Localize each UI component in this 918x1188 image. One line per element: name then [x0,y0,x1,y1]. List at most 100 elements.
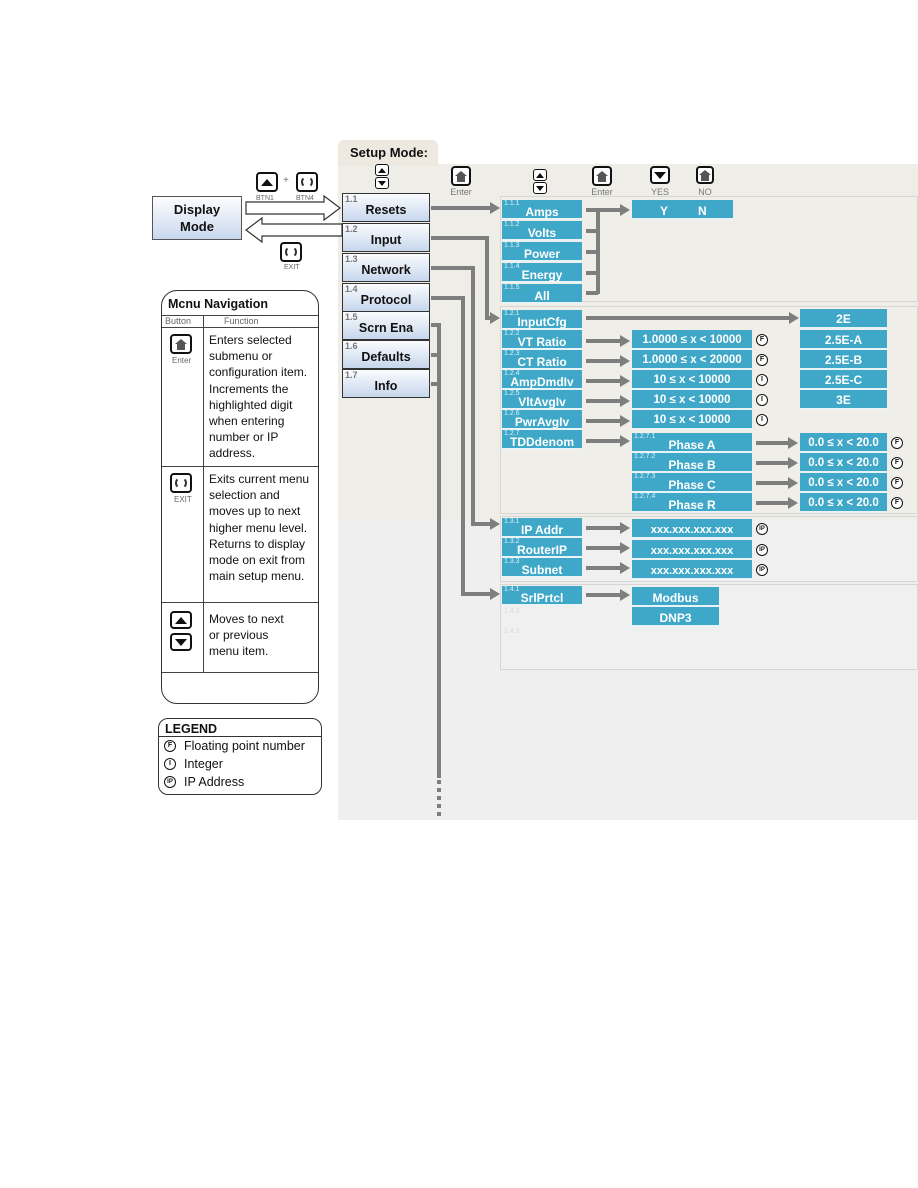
item-number: 1.1.5 [504,284,520,291]
submenu-item-volts[interactable]: 1.1.2 Volts [502,221,582,241]
menu-item-network[interactable]: 1.3 Network [342,253,430,282]
value-ip-addr[interactable]: xxx.xxx.xxx.xxx [632,519,752,539]
menu-item-resets[interactable]: 1.1 Resets [342,193,430,222]
desc-line: when entering [209,414,285,429]
submenu-item-routerip[interactable]: 1.3.2 RouterIP [502,538,582,558]
column-button: Button [162,316,204,327]
float-mark-icon: F [891,497,903,509]
value-subnet[interactable]: xxx.xxx.xxx.xxx [632,560,752,580]
submenu-item-tdddenom[interactable]: 1.2.7 TDDdenom [502,430,582,450]
legend-item-float: F Floating point number [159,737,321,755]
item-number: 1.2.2 [504,330,520,337]
btn4-cycle-icon[interactable] [296,172,318,192]
arrow-head [620,375,630,387]
menu-item-protocol[interactable]: 1.4 Protocol [342,283,430,312]
connector-input [485,236,489,320]
btn1-up-arrow-icon[interactable] [256,172,278,192]
desc-line: address. [209,446,256,461]
menu-item-scrn-ena[interactable]: 1.5 Scrn Ena [342,311,430,340]
range-vltavgiv[interactable]: 10 ≤ x < 10000 [632,390,752,410]
ip-mark-icon: IP [756,564,768,576]
submenu-item-inputcfg[interactable]: 1.2.1 InputCfg [502,310,582,330]
faint-item-number: 1.4.3 [504,628,520,635]
up-arrow-icon[interactable] [533,169,547,181]
submenu-item-ampdmdiv[interactable]: 1.2.4 AmpDmdIv [502,370,582,390]
up-arrow-icon[interactable] [375,164,389,176]
confirm-yes[interactable]: Y [660,204,668,218]
arrow-head [788,477,798,489]
enter-home-no-icon[interactable] [696,166,714,184]
range-pwravgiv[interactable]: 10 ≤ x < 10000 [632,410,752,430]
tdd-phase-a[interactable]: 1.2.7.1 Phase A [632,433,752,453]
float-mark-icon: F [891,477,903,489]
range-ampdmdiv[interactable]: 10 ≤ x < 10000 [632,370,752,390]
submenu-item-pwravgiv[interactable]: 1.2.6 PwrAvgIv [502,410,582,430]
tdd-phase-c[interactable]: 1.2.7.3 Phase C [632,473,752,493]
range-vt-ratio[interactable]: 1.0000 ≤ x < 10000 [632,330,752,350]
menu-item-defaults[interactable]: 1.6 Defaults [342,340,430,369]
item-label: Subnet [521,563,563,577]
tdd-phase-b[interactable]: 1.2.7.2 Phase B [632,453,752,473]
submenu-item-power[interactable]: 1.1.3 Power [502,242,582,262]
submenu-item-ct-ratio[interactable]: 1.2.3 CT Ratio [502,350,582,370]
submenu-item-amps[interactable]: 1.1.1 Amps [502,200,582,220]
submenu-item-srlprtcl[interactable]: 1.4.1 SrlPrtcl [502,586,582,606]
float-mark-icon: F [891,457,903,469]
range-phase-c[interactable]: 0.0 ≤ x < 20.0 [800,473,887,493]
integer-mark-icon: I [756,394,768,406]
submenu-item-vt-ratio[interactable]: 1.2.2 VT Ratio [502,330,582,350]
no-caption: NO [698,187,712,197]
inputcfg-option[interactable]: 2.5E-A [800,330,887,350]
range-phase-b[interactable]: 0.0 ≤ x < 20.0 [800,453,887,473]
protocol-option-modbus[interactable]: Modbus [632,587,719,607]
submenu-item-subnet[interactable]: 1.3.3 Subnet [502,558,582,578]
enter-caption: Enter [591,187,613,197]
down-arrow-icon[interactable] [533,182,547,194]
exit-cycle-icon[interactable] [280,242,302,262]
item-number: 1.2.7.2 [634,453,656,460]
desc-line: configuration item. [209,365,308,380]
desc-line: Enters selected [209,333,292,347]
inputcfg-option[interactable]: 2E [800,309,887,329]
submenu-item-energy[interactable]: 1.1.4 Energy [502,263,582,283]
item-number: 1.1.4 [504,263,520,270]
integer-mark-icon: I [756,374,768,386]
range-phase-r[interactable]: 0.0 ≤ x < 20.0 [800,493,887,513]
inputcfg-option[interactable]: 3E [800,390,887,410]
inputcfg-option[interactable]: 2.5E-B [800,350,887,370]
display-mode-box[interactable]: Display Mode [152,196,242,240]
menu-item-label: Info [374,379,398,393]
item-label: TDDdenom [510,435,574,449]
submenu-item-all[interactable]: 1.1.5 All [502,284,582,304]
item-number: 1.1.3 [504,242,520,249]
enter-caption: Enter [172,356,192,365]
range-phase-a[interactable]: 0.0 ≤ x < 20.0 [800,433,887,453]
plus-sign: + [283,175,289,186]
connector-subnet [586,566,622,570]
range-ct-ratio[interactable]: 1.0000 ≤ x < 20000 [632,350,752,370]
inputcfg-option[interactable]: 2.5E-C [800,370,887,390]
menu-item-info[interactable]: 1.7 Info [342,369,430,398]
connector-ct-ratio [586,359,622,363]
legend-label: IP Address [184,775,245,789]
integer-mark-icon: I [164,758,176,770]
protocol-option-dnp3[interactable]: DNP3 [632,607,719,627]
float-mark-icon: F [164,740,176,752]
enter-home-icon[interactable] [592,166,612,186]
submenu-item-ip-addr[interactable]: 1.3.1 IP Addr [502,518,582,538]
down-arrow-icon[interactable] [375,177,389,189]
item-label: Amps [525,205,559,219]
value-routerip[interactable]: xxx.xxx.xxx.xxx [632,540,752,560]
tdd-phase-r[interactable]: 1.2.7.4 Phase R [632,493,752,513]
confirm-yes-no[interactable]: Y N [632,200,733,220]
menu-item-input[interactable]: 1.2 Input [342,223,430,252]
down-arrow-yes-icon[interactable] [650,166,670,184]
legend-title: LEGEND [159,719,321,737]
menu-item-number: 1.2 [345,224,358,234]
enter-home-icon[interactable] [451,166,471,186]
connector-network [431,266,475,270]
up-arrow-icon [170,611,192,629]
confirm-no[interactable]: N [698,204,707,218]
submenu-item-vltavgiv[interactable]: 1.2.5 VltAvgIv [502,390,582,410]
menu-item-label: Resets [365,203,407,217]
